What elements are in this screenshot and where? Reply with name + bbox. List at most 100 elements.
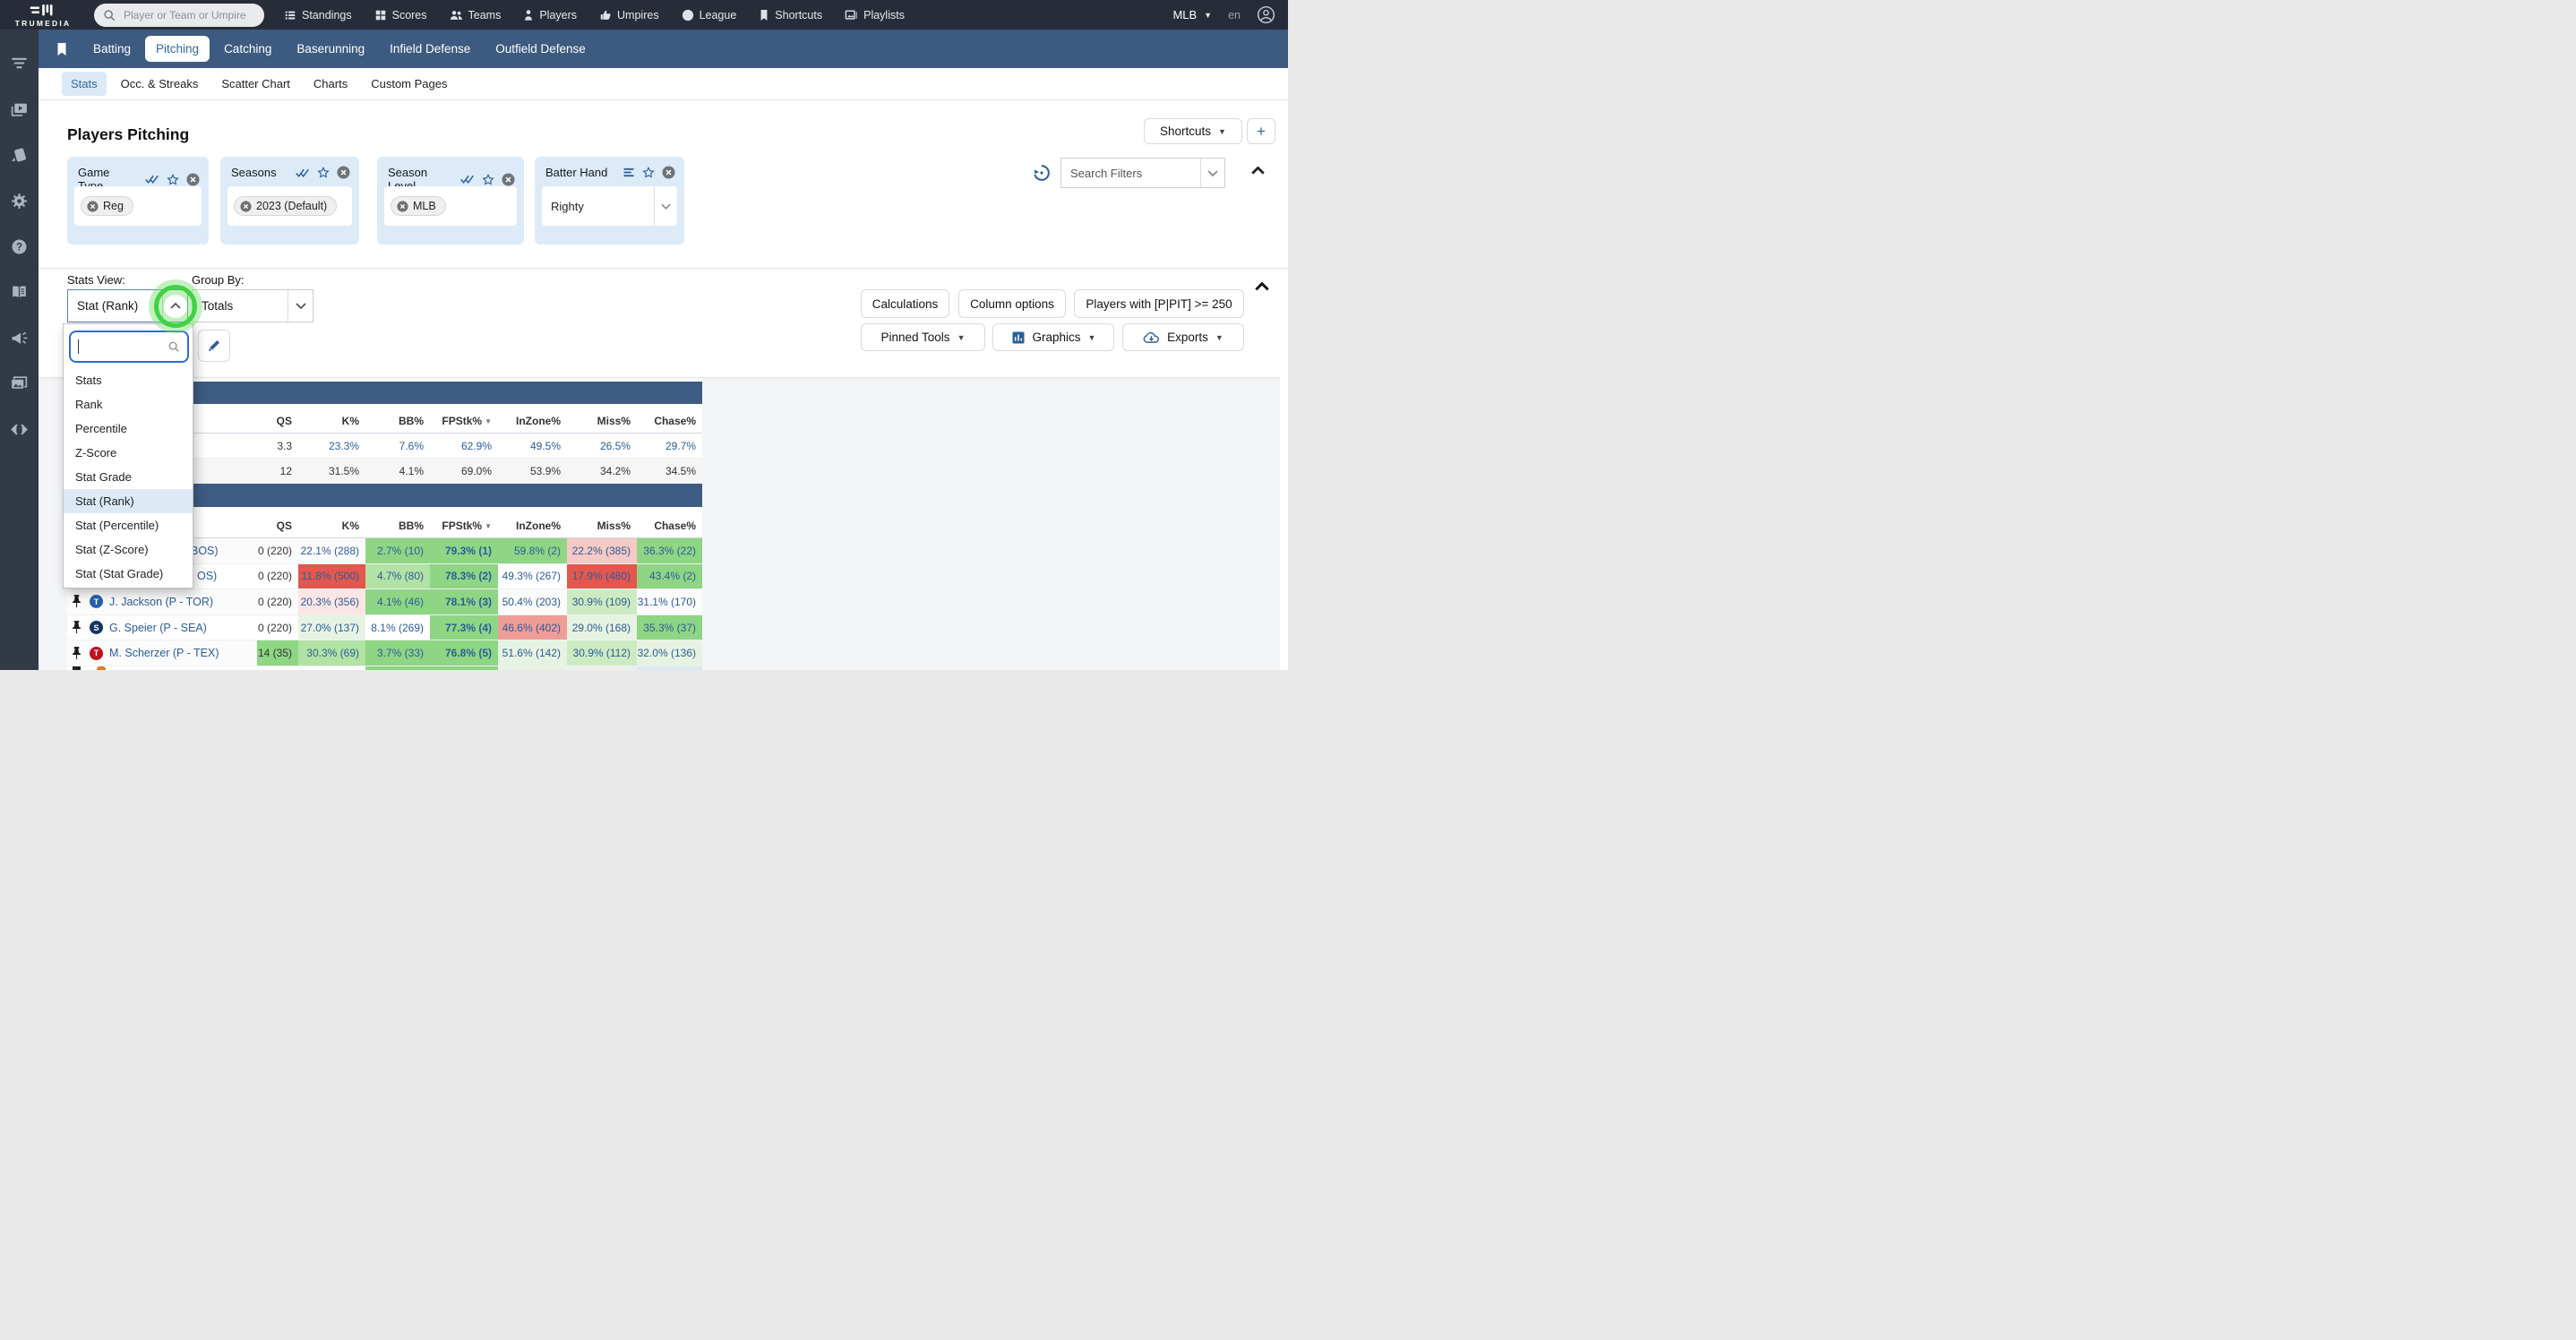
scorecard-icon[interactable] [10, 146, 29, 165]
select-all-icon[interactable] [144, 174, 159, 185]
stats-view-option[interactable]: Stat (Z-Score) [64, 537, 193, 562]
remove-filter-icon[interactable] [662, 166, 675, 179]
column-header[interactable]: Chase%▼ [637, 520, 702, 537]
stats-view-option[interactable]: Rank [64, 392, 193, 417]
pin-icon[interactable] [67, 615, 85, 640]
user-avatar[interactable] [1257, 5, 1275, 24]
league-selector[interactable]: MLB ▼ [1172, 8, 1212, 21]
nav-item-shortcuts[interactable]: Shortcuts [759, 9, 822, 21]
column-header[interactable]: QS▼ [257, 415, 298, 433]
nav-item-teams[interactable]: Teams [450, 9, 501, 21]
section-tab[interactable]: Pitching [145, 36, 210, 62]
filter-chip[interactable]: Reg [81, 196, 133, 216]
graphics-button[interactable]: Graphics ▼ [992, 323, 1114, 351]
column-header[interactable]: Miss%▼ [567, 520, 637, 537]
section-tab[interactable]: Batting [82, 36, 142, 62]
announcements-megaphone-icon[interactable] [10, 329, 29, 348]
favorite-star-icon[interactable] [317, 167, 330, 178]
batter-hand-select[interactable]: Righty [542, 186, 677, 226]
trumedia-logo[interactable]: TRUMEDIA [0, 3, 86, 28]
column-header[interactable]: QS▼ [257, 520, 298, 537]
select-all-icon[interactable] [459, 174, 475, 185]
pinned-tools-button[interactable]: Pinned Tools ▼ [861, 323, 985, 351]
dropdown-search-input[interactable] [84, 339, 162, 355]
group-by-select[interactable]: Totals [192, 289, 313, 322]
column-header[interactable]: InZone%▼ [498, 520, 567, 537]
subnav-item[interactable]: Custom Pages [362, 72, 456, 96]
nav-item-standings[interactable]: Standings [284, 9, 352, 21]
collapse-filters-icon[interactable] [1251, 167, 1265, 175]
filter-chip[interactable]: 2023 (Default) [234, 196, 338, 216]
subnav-item[interactable]: Stats [62, 72, 107, 96]
global-search-input[interactable] [122, 7, 247, 22]
nav-item-playlists[interactable]: Playlists [845, 9, 905, 21]
player-link[interactable]: OS) [197, 570, 217, 582]
favorite-star-icon[interactable] [167, 173, 179, 185]
calculations-button[interactable]: Calculations [861, 289, 949, 318]
glossary-book-icon[interactable] [10, 283, 29, 302]
subnav-item[interactable]: Charts [305, 72, 356, 96]
embed-code-icon[interactable] [10, 420, 29, 439]
favorite-star-icon[interactable] [642, 167, 655, 178]
help-icon[interactable]: ? [10, 237, 29, 256]
exports-button[interactable]: Exports ▼ [1122, 323, 1244, 351]
stats-view-option[interactable]: Stat Grade [64, 465, 193, 489]
player-link[interactable]: M. Scherzer (P - TEX) [109, 647, 219, 659]
remove-filter-icon[interactable] [186, 172, 200, 186]
section-tab[interactable]: Baserunning [286, 36, 375, 62]
select-all-icon[interactable] [295, 168, 310, 178]
player-link[interactable]: G. Speier (P - SEA) [109, 622, 207, 634]
filters-icon[interactable] [10, 54, 29, 73]
shortcuts-button[interactable]: Shortcuts ▼ [1144, 118, 1242, 144]
section-tab[interactable]: Catching [213, 36, 282, 62]
edit-stats-view-button[interactable] [198, 330, 230, 362]
pin-icon[interactable] [67, 589, 85, 614]
remove-filter-icon[interactable] [502, 172, 515, 186]
column-header[interactable]: InZone%▼ [498, 415, 567, 433]
pin-icon[interactable] [67, 640, 85, 666]
qualifier-button[interactable]: Players with [P|PIT] >= 250 [1074, 289, 1244, 318]
nav-item-players[interactable]: Players [523, 9, 577, 21]
column-header[interactable]: BB%▼ [365, 520, 430, 537]
subnav-item[interactable]: Scatter Chart [212, 72, 299, 96]
language-selector[interactable]: en [1228, 9, 1241, 21]
stats-view-option[interactable]: Z-Score [64, 441, 193, 465]
column-options-button[interactable]: Column options [958, 289, 1066, 318]
stats-view-option[interactable]: Stat (Rank) [64, 489, 193, 513]
remove-filter-icon[interactable] [337, 166, 350, 179]
stats-view-option[interactable]: Stat (Percentile) [64, 513, 193, 537]
bookmark-icon[interactable] [56, 42, 68, 56]
column-header[interactable]: K%▼ [298, 415, 365, 433]
stats-view-select[interactable]: Stat (Rank) [67, 289, 188, 322]
stats-view-option[interactable]: Stats [64, 368, 193, 392]
stats-view-option[interactable]: Percentile [64, 417, 193, 441]
scrollbar-track[interactable] [1280, 378, 1288, 670]
favorite-star-icon[interactable] [482, 173, 494, 185]
media-gallery-icon[interactable] [10, 374, 29, 393]
subnav-item[interactable]: Occ. & Streaks [112, 72, 208, 96]
dropdown-search[interactable] [69, 331, 189, 363]
column-header[interactable]: FPStk% ▼ [430, 415, 498, 433]
column-header[interactable]: K%▼ [298, 520, 365, 537]
player-link[interactable]: BOS) [191, 545, 219, 557]
global-search[interactable] [94, 3, 264, 27]
player-link[interactable]: J. Jackson (P - TOR) [109, 596, 213, 608]
video-playlist-icon[interactable] [10, 100, 29, 119]
menu-icon[interactable] [623, 168, 635, 177]
section-tab[interactable]: Infield Defense [379, 36, 481, 62]
nav-item-umpires[interactable]: Umpires [599, 9, 659, 21]
column-header[interactable]: FPStk% ▼ [430, 520, 498, 537]
filter-history-icon[interactable] [1032, 163, 1052, 183]
column-header[interactable]: Miss%▼ [567, 415, 637, 433]
column-header[interactable]: BB%▼ [365, 415, 430, 433]
filter-chip[interactable]: MLB [391, 196, 446, 216]
stats-view-option[interactable]: Stat (Stat Grade) [64, 562, 193, 586]
add-page-button[interactable]: + [1247, 118, 1275, 144]
section-tab[interactable]: Outfield Defense [485, 36, 597, 62]
search-filters-select[interactable]: Search Filters [1060, 158, 1225, 188]
nav-item-league[interactable]: League [682, 9, 736, 21]
nav-item-scores[interactable]: Scores [374, 9, 427, 21]
collapse-controls-icon[interactable] [1255, 282, 1269, 291]
settings-gear-icon[interactable] [10, 192, 29, 210]
column-header[interactable]: Chase%▼ [637, 415, 702, 433]
